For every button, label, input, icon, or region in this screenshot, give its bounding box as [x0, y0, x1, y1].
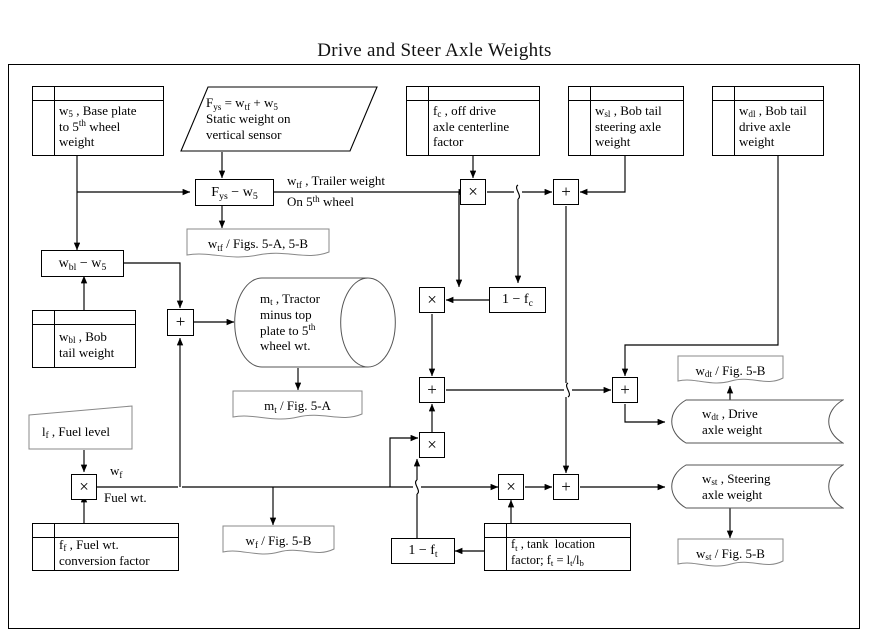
operator-times-drive-symbol: × — [427, 289, 437, 309]
operator-times-middle[interactable]: × — [419, 432, 445, 458]
node-wtf-figs-report[interactable]: wtf / Figs. 5-A, 5-B — [186, 228, 330, 260]
node-wdt-fig-report-label: wdt / Fig. 5-B — [695, 362, 766, 380]
node-wbl-minus-w5-label: wbl − w5 — [58, 255, 107, 273]
node-fuel-level-label: lf , Fuel level — [42, 423, 111, 441]
node-fuel-level[interactable]: lf , Fuel level — [28, 405, 133, 450]
node-fuel-conversion-factor[interactable]: ff , Fuel wt. conversion factor — [32, 523, 179, 571]
operator-times-fuel[interactable]: × — [71, 474, 97, 500]
node-wbl-minus-w5[interactable]: wbl − w5 — [41, 250, 124, 277]
node-static-weight-sensor[interactable]: Fys = wtf + w5 Static weight on vertical s… — [180, 86, 378, 152]
operator-plus-middle[interactable]: + — [419, 377, 445, 403]
node-fuel-conversion-factor-label: ff , Fuel wt. conversion factor — [59, 536, 150, 568]
node-wdt-fig-report[interactable]: wdt / Fig. 5-B — [677, 355, 784, 386]
operator-times-fuel-symbol: × — [79, 476, 89, 496]
node-bobtail-weight[interactable]: wbl , Bob tail weight — [32, 310, 136, 368]
node-drive-axle-weight-label: wdt , Drive axle weight — [702, 405, 763, 437]
edge-label-fuel-weight-line2: Fuel wt. — [104, 490, 147, 505]
node-bobtail-drive-weight-label: wdl , Bob tail drive axle weight — [739, 102, 807, 150]
node-drive-axle-weight[interactable]: wdt , Drive axle weight — [662, 399, 844, 444]
operator-plus-drive-symbol: + — [620, 379, 630, 399]
operator-plus-middle-symbol: + — [427, 379, 437, 399]
node-wf-fig-report[interactable]: wf / Fig. 5-B — [222, 525, 335, 557]
node-wtf-figs-report-label: wtf / Figs. 5-A, 5-B — [207, 236, 309, 253]
node-tractor-minus-topplate[interactable]: mt , Tractor minus top plate to 5th wheel w… — [234, 277, 396, 368]
operator-times-bottom[interactable]: × — [498, 474, 524, 500]
operator-plus-drive[interactable]: + — [612, 377, 638, 403]
edge-label-trailer-weight-line1: wtf , Trailer weight — [287, 173, 386, 190]
node-wst-fig-report-label: wst / Fig. 5-B — [696, 545, 765, 563]
operator-times-bottom-symbol: × — [506, 476, 516, 496]
node-mt-fig-report[interactable]: mt / Fig. 5-A — [232, 390, 363, 422]
node-base-plate-weight[interactable]: w5 , Base plate to 5th wheel weight — [32, 86, 164, 156]
page-title: Drive and Steer Axle Weights — [317, 40, 552, 61]
node-fys-minus-w5[interactable]: Fys − w5 — [195, 179, 274, 206]
operator-times-middle-symbol: × — [427, 434, 437, 454]
node-bobtail-weight-label: wbl , Bob tail weight — [59, 328, 115, 360]
node-one-minus-ft[interactable]: 1 − ft — [391, 538, 455, 564]
operator-plus-steer[interactable]: + — [553, 474, 579, 500]
edge-label-fuel-weight-line1: wf — [110, 463, 123, 480]
node-one-minus-fc-label: 1 − fc — [502, 292, 533, 310]
node-bobtail-steering-weight-label: wsl , Bob tail steering axle weight — [595, 102, 662, 150]
operator-times-top-symbol: × — [468, 181, 478, 201]
edge-label-trailer-weight-line2: On 5th wheel — [287, 193, 355, 209]
node-static-weight-sensor-label: Fys = wtf + w5 Static weight on vertical s… — [206, 95, 291, 142]
diagram-page: Drive and Steer Axle Weights w5 , Base p… — [0, 0, 869, 638]
node-bobtail-steering-weight[interactable]: wsl , Bob tail steering axle weight — [568, 86, 684, 156]
node-tank-location-factor[interactable]: ft , tank location factor; ft = lt/lb — [484, 523, 631, 571]
node-bobtail-drive-weight[interactable]: wdl , Bob tail drive axle weight — [712, 86, 824, 156]
node-wst-fig-report[interactable]: wst / Fig. 5-B — [677, 538, 784, 569]
node-steering-axle-weight[interactable]: wst , Steering axle weight — [662, 464, 844, 509]
node-off-drive-factor[interactable]: fc , off drive axle centerline factor — [406, 86, 540, 156]
node-steering-axle-weight-label: wst , Steering axle weight — [702, 470, 771, 502]
node-tractor-minus-topplate-label: mt , Tractor minus top plate to 5th wheel w… — [260, 290, 320, 354]
node-base-plate-weight-label: w5 , Base plate to 5th wheel weight — [59, 102, 137, 150]
operator-plus-left[interactable]: + — [167, 309, 194, 336]
node-off-drive-factor-label: fc , off drive axle centerline factor — [433, 102, 510, 150]
operator-times-drive[interactable]: × — [419, 287, 445, 313]
node-fys-minus-w5-label: Fys − w5 — [211, 184, 258, 202]
node-one-minus-ft-label: 1 − ft — [408, 543, 438, 561]
operator-plus-left-symbol: + — [175, 312, 186, 332]
node-tank-location-factor-label: ft , tank location factor; ft = lt/lb — [511, 537, 596, 568]
operator-plus-steer-symbol: + — [561, 476, 571, 496]
node-mt-fig-report-label: mt / Fig. 5-A — [264, 398, 331, 415]
operator-plus-top-right-symbol: + — [561, 181, 571, 201]
node-one-minus-fc[interactable]: 1 − fc — [489, 287, 546, 313]
operator-times-top[interactable]: × — [460, 179, 486, 205]
node-wf-fig-report-label: wf / Fig. 5-B — [245, 533, 312, 550]
operator-plus-top-right[interactable]: + — [553, 179, 579, 205]
